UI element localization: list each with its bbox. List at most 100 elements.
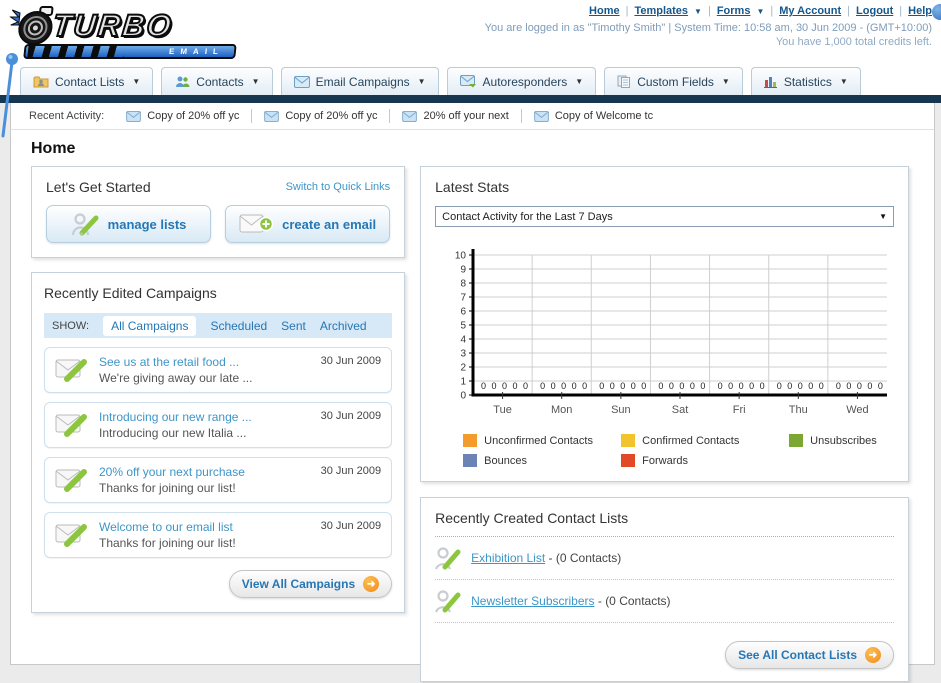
- legend-confirmed: Confirmed Contacts: [621, 434, 789, 447]
- recent-activity-item[interactable]: 20% off your next: [402, 110, 509, 122]
- svg-text:0: 0: [502, 381, 507, 391]
- person-pencil-icon: [435, 547, 461, 570]
- campaign-title-link[interactable]: See us at the retail food ...: [99, 355, 311, 369]
- campaign-date: 30 Jun 2009: [320, 355, 382, 367]
- filter-sent[interactable]: Sent: [281, 319, 306, 333]
- legend-swatch: [463, 434, 478, 447]
- svg-text:Tue: Tue: [493, 404, 512, 416]
- svg-text:5: 5: [461, 321, 467, 332]
- view-all-campaigns-button[interactable]: View All Campaigns ➜: [228, 570, 393, 598]
- campaign-row[interactable]: See us at the retail food ... We're givi…: [44, 347, 393, 393]
- campaign-subtitle: Thanks for joining our list!: [99, 536, 236, 550]
- svg-text:8: 8: [461, 279, 467, 290]
- legend-swatch: [621, 454, 636, 467]
- recent-activity-label: Recent Activity:: [29, 110, 105, 122]
- svg-text:0: 0: [610, 381, 615, 391]
- legend-bounces: Bounces: [463, 454, 621, 467]
- contact-list-link[interactable]: Newsletter Subscribers: [471, 594, 594, 608]
- header-link-help[interactable]: Help: [908, 5, 932, 17]
- email-envelope-icon: [264, 110, 280, 122]
- recent-activity-item[interactable]: Copy of Welcome tc: [534, 110, 653, 122]
- contact-list-link[interactable]: Exhibition List: [471, 551, 545, 565]
- tab-contact-lists[interactable]: Contact Lists ▼: [20, 67, 154, 95]
- header-link-logout[interactable]: Logout: [856, 5, 893, 17]
- chevron-down-icon: ▼: [575, 77, 584, 86]
- recent-campaigns-panel: Recently Edited Campaigns SHOW: All Camp…: [31, 272, 406, 613]
- svg-text:6: 6: [461, 307, 467, 318]
- recent-activity-bar: Recent Activity: Copy of 20% off yc Copy…: [11, 103, 934, 130]
- contacts-people-icon: [176, 76, 190, 87]
- get-started-panel: Let's Get Started Switch to Quick Links …: [31, 166, 406, 258]
- filter-archived[interactable]: Archived: [320, 319, 367, 333]
- svg-text:0: 0: [867, 381, 872, 391]
- chart-canvas: 0123456789100 0 0 0 0Tue0 0 0 0 0Mon0 0 0 0 0Sun0 0 0 0…: [455, 249, 888, 416]
- arrow-right-icon: ➜: [865, 647, 881, 663]
- contact-list-count: - (0 Contacts): [548, 551, 622, 565]
- legend-forwards: Forwards: [621, 454, 789, 467]
- svg-text:Sat: Sat: [672, 404, 689, 416]
- svg-text:0: 0: [728, 381, 733, 391]
- email-envelope-icon: [293, 75, 310, 88]
- campaign-subtitle: Thanks for joining our list!: [99, 481, 236, 495]
- help-bubble-icon[interactable]: [932, 4, 941, 20]
- campaign-row[interactable]: 20% off your next purchase Thanks for jo…: [44, 457, 393, 503]
- chevron-down-icon: ▼: [132, 77, 141, 86]
- envelope-pencil-icon: [55, 524, 87, 547]
- header-link-templates[interactable]: Templates: [634, 5, 688, 17]
- latest-stats-title: Latest Stats: [435, 179, 510, 195]
- recent-activity-item[interactable]: Copy of 20% off yc: [264, 110, 377, 122]
- campaign-title-link[interactable]: 20% off your next purchase: [99, 465, 311, 479]
- chevron-down-icon: ▼: [756, 6, 765, 16]
- campaign-title-link[interactable]: Introducing our new range ...: [99, 410, 311, 424]
- contact-lists-title: Recently Created Contact Lists: [435, 510, 629, 526]
- recent-contact-lists-panel: Recently Created Contact Lists Exhibitio…: [420, 497, 909, 682]
- campaign-row[interactable]: Welcome to our email list Thanks for joi…: [44, 512, 393, 558]
- see-all-contact-lists-button[interactable]: See All Contact Lists ➜: [725, 641, 894, 669]
- page-title: Home: [31, 140, 76, 157]
- svg-text:0: 0: [749, 381, 754, 391]
- campaign-date: 30 Jun 2009: [320, 465, 382, 477]
- main-content: Recent Activity: Copy of 20% off yc Copy…: [10, 103, 935, 682]
- filter-all-campaigns[interactable]: All Campaigns: [103, 315, 197, 336]
- svg-text:0: 0: [878, 381, 883, 391]
- svg-text:0: 0: [551, 381, 556, 391]
- recent-activity-item[interactable]: Copy of 20% off yc: [126, 110, 239, 122]
- switch-quick-links[interactable]: Switch to Quick Links: [286, 181, 391, 193]
- svg-text:3: 3: [461, 349, 467, 360]
- create-email-button[interactable]: create an email: [225, 205, 391, 243]
- contact-activity-chart: 0 1 2 3 4 5 6 7 8 9 10 0 0 0 0 0 Tue 0 0 0 0 0 Mon 0 0 0 0 0 Sun 0 0 0 0…: [441, 245, 894, 426]
- chevron-down-icon: ▼: [721, 77, 730, 86]
- svg-text:0: 0: [481, 381, 486, 391]
- show-label: SHOW:: [52, 319, 90, 332]
- legend-unsubscribes: Unsubscribes: [789, 434, 894, 447]
- custom-fields-pages-icon: [617, 75, 631, 88]
- app-logo: TURBO EMAIL: [5, 5, 241, 59]
- tab-custom-fields[interactable]: Custom Fields ▼: [604, 67, 743, 95]
- envelope-plus-icon: [239, 214, 274, 233]
- filter-scheduled[interactable]: Scheduled: [210, 319, 267, 333]
- person-pencil-icon: [71, 212, 99, 235]
- svg-text:4: 4: [461, 335, 467, 346]
- campaign-row[interactable]: Introducing our new range ... Introducin…: [44, 402, 393, 448]
- svg-text:0: 0: [631, 381, 636, 391]
- manage-lists-button[interactable]: manage lists: [46, 205, 212, 243]
- svg-text:0: 0: [718, 381, 723, 391]
- contact-list-row: Newsletter Subscribers - (0 Contacts): [435, 580, 894, 623]
- svg-text:0: 0: [492, 381, 497, 391]
- logo-text-email: EMAIL: [23, 44, 237, 59]
- tab-autoresponders[interactable]: Autoresponders ▼: [446, 67, 597, 95]
- legend-swatch: [463, 454, 478, 467]
- main-nav: Contact Lists ▼ Contacts ▼ Email Campaigns…: [0, 66, 941, 95]
- svg-text:0: 0: [680, 381, 685, 391]
- tab-contacts[interactable]: Contacts ▼: [161, 67, 273, 95]
- header-link-forms[interactable]: Forms: [717, 5, 751, 17]
- stats-range-dropdown[interactable]: Contact Activity for the Last 7 Days ▼: [435, 206, 894, 227]
- header-link-home[interactable]: Home: [589, 5, 620, 17]
- contact-list-row: Exhibition List - (0 Contacts): [435, 537, 894, 580]
- tab-email-campaigns[interactable]: Email Campaigns ▼: [280, 67, 439, 95]
- envelope-pencil-icon: [55, 414, 87, 437]
- svg-text:0: 0: [739, 381, 744, 391]
- campaign-title-link[interactable]: Welcome to our email list: [99, 520, 311, 534]
- tab-statistics[interactable]: Statistics ▼: [750, 67, 861, 95]
- header-link-my-account[interactable]: My Account: [779, 5, 841, 17]
